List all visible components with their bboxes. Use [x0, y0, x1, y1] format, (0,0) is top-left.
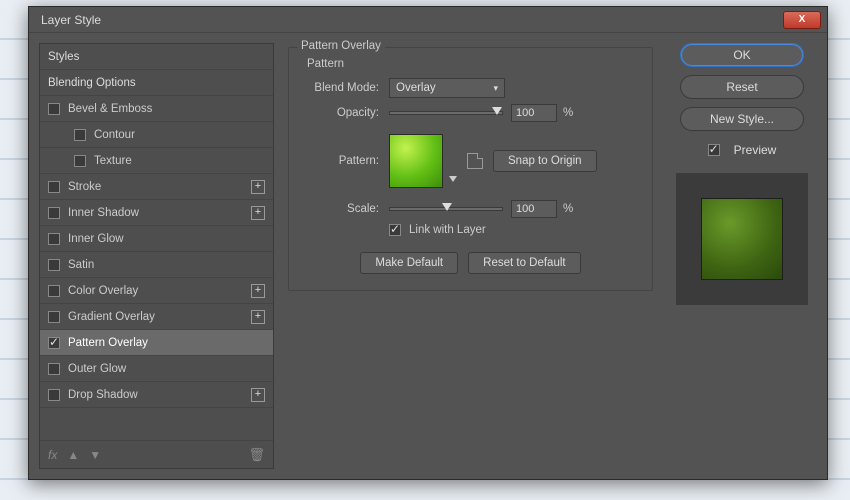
- effect-label: Texture: [94, 155, 132, 167]
- percent-unit: %: [563, 203, 573, 215]
- fx-menu[interactable]: fx: [48, 448, 57, 462]
- make-default-button[interactable]: Make Default: [360, 252, 458, 274]
- percent-unit: %: [563, 107, 573, 119]
- preview-swatch: [701, 198, 783, 280]
- arrow-up-icon[interactable]: ▲: [67, 448, 79, 462]
- effect-checkbox[interactable]: [74, 155, 86, 167]
- group-title: Pattern Overlay: [297, 40, 385, 52]
- effect-row-contour[interactable]: Contour: [40, 122, 273, 148]
- titlebar[interactable]: Layer Style X: [29, 7, 827, 33]
- effect-checkbox[interactable]: [74, 129, 86, 141]
- effect-row-satin[interactable]: Satin: [40, 252, 273, 278]
- effect-row-drop-shadow[interactable]: Drop Shadow +: [40, 382, 273, 408]
- chevron-down-icon[interactable]: [449, 176, 457, 182]
- preview-box: [676, 173, 808, 305]
- reset-button[interactable]: Reset: [680, 75, 804, 99]
- effect-label: Contour: [94, 129, 135, 141]
- effects-list: Styles Blending Options Bevel & Emboss Co…: [40, 44, 273, 440]
- effect-checkbox[interactable]: [48, 337, 60, 349]
- effect-label: Bevel & Emboss: [68, 103, 152, 115]
- effect-checkbox[interactable]: [48, 233, 60, 245]
- layer-style-dialog: Layer Style X Styles Blending Options Be…: [28, 6, 828, 480]
- dialog-title: Layer Style: [41, 13, 101, 27]
- pattern-row: Pattern: Snap to Origin: [301, 134, 640, 188]
- effect-row-inner-shadow[interactable]: Inner Shadow +: [40, 200, 273, 226]
- effect-checkbox[interactable]: [48, 103, 60, 115]
- effects-footer: fx ▲ ▼ 🗑: [40, 440, 273, 468]
- blend-mode-label: Blend Mode:: [301, 82, 379, 94]
- effect-row-gradient-overlay[interactable]: Gradient Overlay +: [40, 304, 273, 330]
- add-effect-icon[interactable]: +: [251, 388, 265, 402]
- slider-thumb-icon[interactable]: [442, 203, 452, 211]
- styles-header[interactable]: Styles: [40, 44, 273, 70]
- opacity-label: Opacity:: [301, 107, 379, 119]
- scale-slider[interactable]: [389, 207, 503, 211]
- effect-checkbox[interactable]: [48, 181, 60, 193]
- preview-toggle[interactable]: Preview: [708, 143, 777, 157]
- effect-row-bevel-emboss[interactable]: Bevel & Emboss: [40, 96, 273, 122]
- opacity-row: Opacity: 100 %: [301, 104, 640, 122]
- effect-checkbox[interactable]: [48, 259, 60, 271]
- slider-thumb-icon[interactable]: [492, 107, 502, 115]
- blend-mode-select[interactable]: Overlay ▾: [389, 78, 505, 98]
- preview-checkbox[interactable]: [708, 144, 720, 156]
- dialog-body: Styles Blending Options Bevel & Emboss Co…: [29, 33, 827, 479]
- effect-label: Drop Shadow: [68, 389, 138, 401]
- trash-icon[interactable]: 🗑: [248, 447, 265, 463]
- arrow-down-icon[interactable]: ▼: [89, 448, 101, 462]
- effect-row-inner-glow[interactable]: Inner Glow: [40, 226, 273, 252]
- close-button[interactable]: X: [783, 11, 821, 29]
- effects-panel: Styles Blending Options Bevel & Emboss Co…: [39, 43, 274, 469]
- effect-label: Pattern Overlay: [68, 337, 148, 349]
- default-buttons: Make Default Reset to Default: [301, 252, 640, 274]
- pattern-subtitle: Pattern: [307, 58, 640, 70]
- scale-row: Scale: 100 %: [301, 200, 640, 218]
- close-icon: X: [799, 14, 806, 25]
- opacity-input[interactable]: 100: [511, 104, 557, 122]
- effect-checkbox[interactable]: [48, 389, 60, 401]
- opacity-slider[interactable]: [389, 111, 503, 115]
- settings-panel: Pattern Overlay Pattern Blend Mode: Over…: [284, 43, 657, 469]
- effect-label: Inner Glow: [68, 233, 124, 245]
- add-effect-icon[interactable]: +: [251, 180, 265, 194]
- effect-label: Outer Glow: [68, 363, 126, 375]
- effect-label: Color Overlay: [68, 285, 138, 297]
- pattern-swatch[interactable]: [389, 134, 443, 188]
- link-with-layer-row[interactable]: Link with Layer: [389, 224, 640, 236]
- ok-button[interactable]: OK: [680, 43, 804, 67]
- scale-input[interactable]: 100: [511, 200, 557, 218]
- effect-checkbox[interactable]: [48, 363, 60, 375]
- chevron-down-icon: ▾: [493, 83, 498, 94]
- snap-to-origin-button[interactable]: Snap to Origin: [493, 150, 597, 172]
- action-panel: OK Reset New Style... Preview: [667, 43, 817, 469]
- effect-row-stroke[interactable]: Stroke +: [40, 174, 273, 200]
- blending-options[interactable]: Blending Options: [40, 70, 273, 96]
- effect-row-outer-glow[interactable]: Outer Glow: [40, 356, 273, 382]
- effect-row-color-overlay[interactable]: Color Overlay +: [40, 278, 273, 304]
- new-style-button[interactable]: New Style...: [680, 107, 804, 131]
- effect-row-pattern-overlay[interactable]: Pattern Overlay: [40, 330, 273, 356]
- effect-label: Gradient Overlay: [68, 311, 155, 323]
- effect-label: Stroke: [68, 181, 101, 193]
- link-checkbox[interactable]: [389, 224, 401, 236]
- pattern-label: Pattern:: [301, 155, 379, 167]
- reset-to-default-button[interactable]: Reset to Default: [468, 252, 580, 274]
- add-effect-icon[interactable]: +: [251, 310, 265, 324]
- effect-row-texture[interactable]: Texture: [40, 148, 273, 174]
- effect-checkbox[interactable]: [48, 207, 60, 219]
- pattern-overlay-group: Pattern Overlay Pattern Blend Mode: Over…: [288, 47, 653, 291]
- add-effect-icon[interactable]: +: [251, 284, 265, 298]
- scale-label: Scale:: [301, 203, 379, 215]
- effect-label: Inner Shadow: [68, 207, 139, 219]
- effect-checkbox[interactable]: [48, 311, 60, 323]
- add-effect-icon[interactable]: +: [251, 206, 265, 220]
- blend-mode-row: Blend Mode: Overlay ▾: [301, 78, 640, 98]
- effect-checkbox[interactable]: [48, 285, 60, 297]
- new-preset-icon[interactable]: [467, 153, 483, 169]
- effect-label: Satin: [68, 259, 94, 271]
